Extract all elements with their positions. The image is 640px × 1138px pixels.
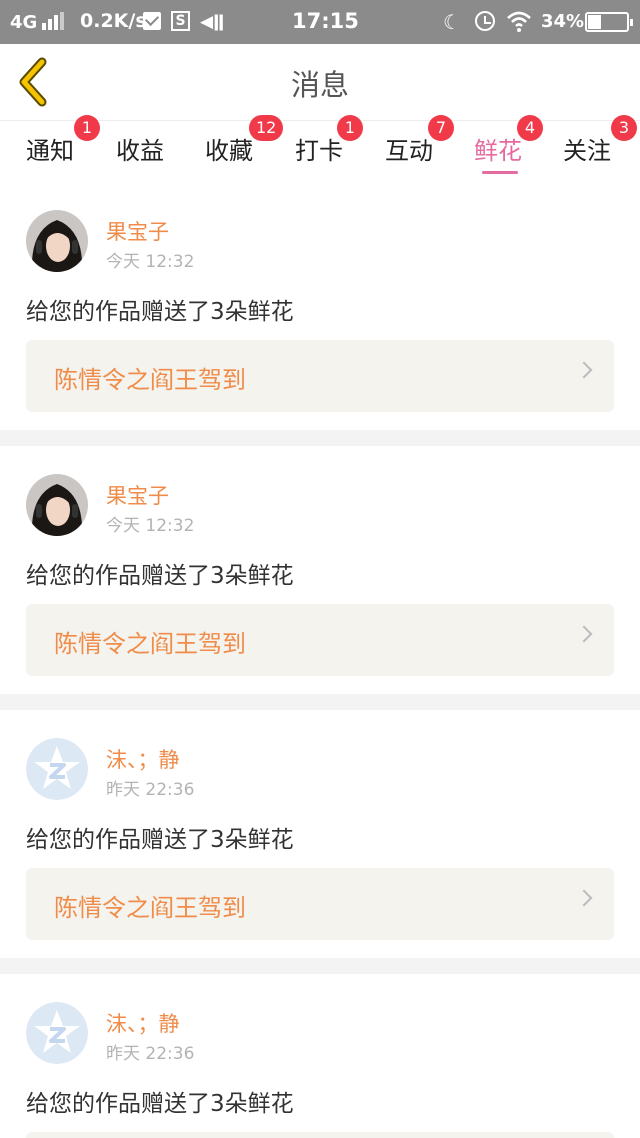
avatar[interactable]: [26, 210, 88, 272]
tab-label: 鲜花: [474, 137, 522, 165]
unread-badge: 4: [517, 115, 543, 141]
status-bar: 4G 0.2K/s S ◀ǁ 17:15 ☾ 34% ⚡: [0, 0, 640, 44]
work-link[interactable]: 陈情令之阎王驾到: [26, 604, 614, 676]
default-avatar-icon: [26, 738, 88, 800]
timestamp: 昨天 22:36: [106, 1044, 195, 1064]
list-item: 果宝子 今天 12:32 给您的作品赠送了3朵鲜花 陈情令之阎王驾到: [0, 176, 640, 430]
timestamp: 今天 12:32: [106, 252, 195, 272]
page-title: 消息: [290, 68, 349, 102]
list-item: 沫、；静 昨天 22:36 给您的作品赠送了3朵鲜花 陈情令之阎王驾到: [0, 710, 640, 958]
message-icon: [143, 12, 161, 30]
tab-notice[interactable]: 通知 1: [26, 115, 100, 177]
unread-badge: 12: [249, 115, 284, 141]
battery-icon: ⚡: [585, 12, 633, 32]
network-type: 4G: [10, 12, 38, 33]
unread-badge: 1: [337, 115, 363, 141]
vibrate-icon: ◀ǁ: [200, 12, 225, 32]
moon-icon: ☾: [443, 10, 461, 34]
work-link[interactable]: [26, 1132, 614, 1138]
battery-level: [588, 15, 601, 29]
timestamp: 昨天 22:36: [106, 780, 195, 800]
tab-label: 收益: [116, 137, 164, 165]
tab-earnings[interactable]: 收益: [116, 121, 168, 177]
tab-label: 打卡: [295, 137, 343, 165]
default-avatar-icon: [26, 1002, 88, 1064]
chevron-right-icon: [575, 361, 593, 379]
battery-percent: 34%: [541, 11, 585, 32]
chevron-right-icon: [575, 625, 593, 643]
user-name[interactable]: 沫、；静: [106, 744, 180, 774]
avatar[interactable]: [26, 1002, 88, 1064]
work-link[interactable]: 陈情令之阎王驾到: [26, 868, 614, 940]
s-icon: S: [171, 11, 190, 31]
avatar[interactable]: [26, 738, 88, 800]
signal-icon: [42, 12, 66, 30]
message-text: 给您的作品赠送了3朵鲜花: [26, 563, 294, 589]
timestamp: 今天 12:32: [106, 516, 195, 536]
header: 消息: [0, 44, 640, 120]
active-tab-indicator: [482, 171, 518, 174]
tab-interaction[interactable]: 互动 7: [385, 115, 454, 177]
work-title: 陈情令之阎王驾到: [54, 366, 246, 394]
tab-label: 关注: [563, 137, 611, 165]
user-name[interactable]: 果宝子: [106, 216, 169, 246]
tab-label: 互动: [385, 137, 433, 165]
tab-favorites[interactable]: 收藏 12: [205, 115, 284, 177]
tab-follow[interactable]: 关注 3: [563, 115, 637, 177]
wifi-icon: [507, 11, 531, 32]
unread-badge: 3: [611, 115, 637, 141]
user-name[interactable]: 果宝子: [106, 480, 169, 510]
work-title: 陈情令之阎王驾到: [54, 630, 246, 658]
tab-label: 通知: [26, 137, 74, 165]
message-text: 给您的作品赠送了3朵鲜花: [26, 1091, 294, 1117]
work-title: 陈情令之阎王驾到: [54, 894, 246, 922]
tab-checkin[interactable]: 打卡 1: [295, 115, 363, 177]
tab-flowers[interactable]: 鲜花 4: [474, 115, 543, 177]
user-name[interactable]: 沫、；静: [106, 1008, 180, 1038]
tab-bar: 通知 1 收益 收藏 12 打卡 1 互动 7 鲜花 4 关注 3: [0, 115, 640, 177]
work-link[interactable]: 陈情令之阎王驾到: [26, 340, 614, 412]
clock: 17:15: [292, 9, 359, 33]
alarm-icon: [475, 11, 495, 31]
message-text: 给您的作品赠送了3朵鲜花: [26, 299, 294, 325]
message-text: 给您的作品赠送了3朵鲜花: [26, 827, 294, 853]
chevron-right-icon: [575, 889, 593, 907]
tab-label: 收藏: [205, 137, 253, 165]
list-item: 沫、；静 昨天 22:36 给您的作品赠送了3朵鲜花: [0, 974, 640, 1138]
avatar[interactable]: [26, 474, 88, 536]
list-item: 果宝子 今天 12:32 给您的作品赠送了3朵鲜花 陈情令之阎王驾到: [0, 446, 640, 694]
network-speed: 0.2K/s: [80, 10, 147, 32]
charging-icon: ⚡: [603, 12, 613, 28]
unread-badge: 1: [74, 115, 100, 141]
unread-badge: 7: [428, 115, 454, 141]
